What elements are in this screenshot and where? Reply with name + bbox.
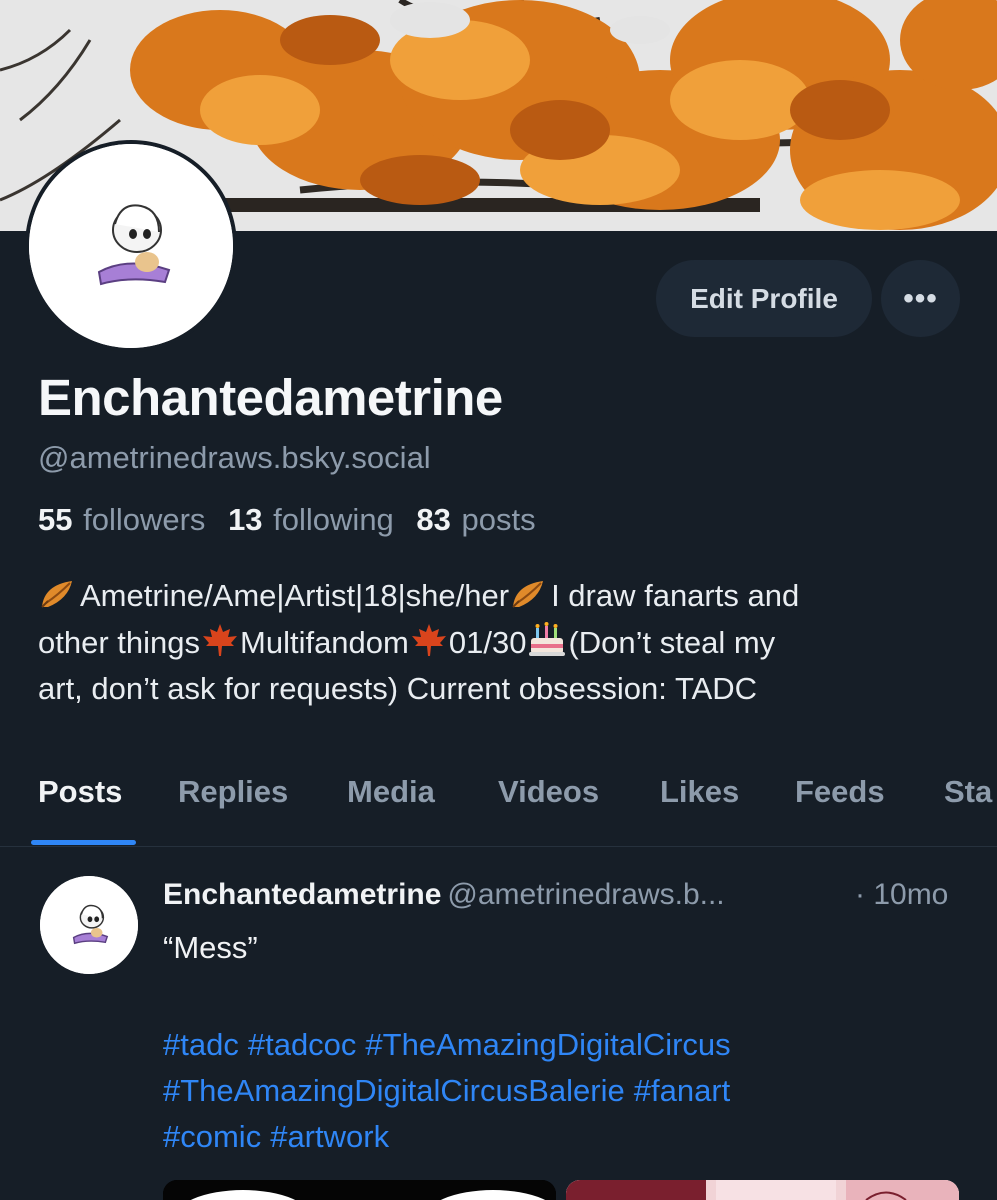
bio-text-2c: 01/30 xyxy=(448,624,527,660)
hashtag-link[interactable]: #TheAmazingDigitalCircusBalerie xyxy=(163,1073,625,1108)
more-horizontal-icon: ••• xyxy=(903,281,938,315)
profile-tabs: Posts Replies Media Videos Likes Feeds S… xyxy=(0,760,997,846)
following-label: following xyxy=(273,502,394,537)
tab-starter-packs[interactable]: Sta xyxy=(944,774,992,810)
bio-line-1: Ametrine/Ame|Artist|18|she/her I draw fan… xyxy=(38,573,963,620)
following-count: 13 xyxy=(228,502,263,537)
posts-stat: 83 posts xyxy=(416,502,549,537)
maple-leaf-icon xyxy=(203,623,237,656)
post-image-1[interactable] xyxy=(163,1180,556,1200)
followers-label: followers xyxy=(83,502,206,537)
profile-handle: @ametrinedraws.bsky.social xyxy=(38,440,431,475)
fallen-leaf-icon xyxy=(512,581,544,608)
hashtag-line-1: #tadc #tadcoc #TheAmazingDigitalCircus xyxy=(163,1022,963,1068)
profile-display-name: Enchantedametrine xyxy=(38,369,503,426)
profile-page: Edit Profile ••• Enchantedametrine @amet… xyxy=(0,0,997,1200)
bio-text-2d: (Don’t steal my xyxy=(568,624,776,660)
followers-stat[interactable]: 55 followers xyxy=(38,502,219,537)
tabs-divider xyxy=(0,846,997,847)
post-hashtags: #tadc #tadcoc #TheAmazingDigitalCircus #Th… xyxy=(163,1022,963,1160)
bio-line-2: other things Multifandom 01/30 (Don’t steal… xyxy=(38,620,963,667)
avatar-illustration xyxy=(29,144,233,348)
tab-feeds[interactable]: Feeds xyxy=(795,774,885,810)
hashtag-link[interactable]: #TheAmazingDigitalCircus xyxy=(365,1027,730,1062)
profile-avatar[interactable] xyxy=(25,140,237,352)
bio-text-1a: Ametrine/Ame|Artist|18|she/her xyxy=(80,578,510,613)
followers-count: 55 xyxy=(38,502,73,537)
hashtag-link[interactable]: #tadc xyxy=(163,1027,239,1062)
profile-stats: 55 followers 13 following 83 posts xyxy=(38,502,550,538)
hashtag-link[interactable]: #fanart xyxy=(634,1073,731,1108)
bio-line-3: art, don’t ask for requests) Current obs… xyxy=(38,671,758,706)
post-author-name[interactable]: Enchantedametrine xyxy=(163,878,441,911)
following-stat[interactable]: 13 following xyxy=(228,502,408,537)
post-image-2[interactable] xyxy=(566,1180,959,1200)
post-header: Enchantedametrine @ametrinedraws.b... xyxy=(163,878,725,912)
post-author-handle[interactable]: @ametrinedraws.b... xyxy=(447,878,724,911)
hashtag-link[interactable]: #tadcoc xyxy=(248,1027,357,1062)
bio-text-2b: Multifandom xyxy=(240,624,409,660)
bio-text-1b: I draw fanarts and xyxy=(551,578,800,613)
bio-text-2a: other things xyxy=(38,624,200,660)
birthday-cake-icon xyxy=(529,621,566,656)
more-options-button[interactable]: ••• xyxy=(881,260,960,337)
active-tab-indicator xyxy=(31,840,136,845)
hashtag-line-3: #comic #artwork xyxy=(163,1114,963,1160)
posts-count: 83 xyxy=(416,502,451,537)
maple-leaf-icon xyxy=(411,623,446,656)
tab-replies[interactable]: Replies xyxy=(178,774,288,810)
post-image-1-art xyxy=(163,1180,556,1200)
post-image-2-art xyxy=(566,1180,959,1200)
tab-videos[interactable]: Videos xyxy=(498,774,599,810)
hashtag-link[interactable]: #artwork xyxy=(270,1119,389,1154)
post-avatar-illustration xyxy=(40,876,138,974)
hashtag-line-2: #TheAmazingDigitalCircusBalerie #fanart xyxy=(163,1068,963,1114)
hashtag-link[interactable]: #comic xyxy=(163,1119,261,1154)
post-timestamp[interactable]: · 10mo xyxy=(855,878,948,912)
posts-label: posts xyxy=(461,502,536,537)
tab-likes[interactable]: Likes xyxy=(660,774,739,810)
post-text: “Mess” xyxy=(163,930,258,965)
profile-bio: Ametrine/Ame|Artist|18|she/her I draw fan… xyxy=(38,573,963,713)
edit-profile-button[interactable]: Edit Profile xyxy=(656,260,872,337)
fallen-leaf-icon xyxy=(41,581,72,608)
post-author-avatar[interactable] xyxy=(40,876,138,974)
tab-posts[interactable]: Posts xyxy=(38,774,122,810)
tab-media[interactable]: Media xyxy=(347,774,435,810)
